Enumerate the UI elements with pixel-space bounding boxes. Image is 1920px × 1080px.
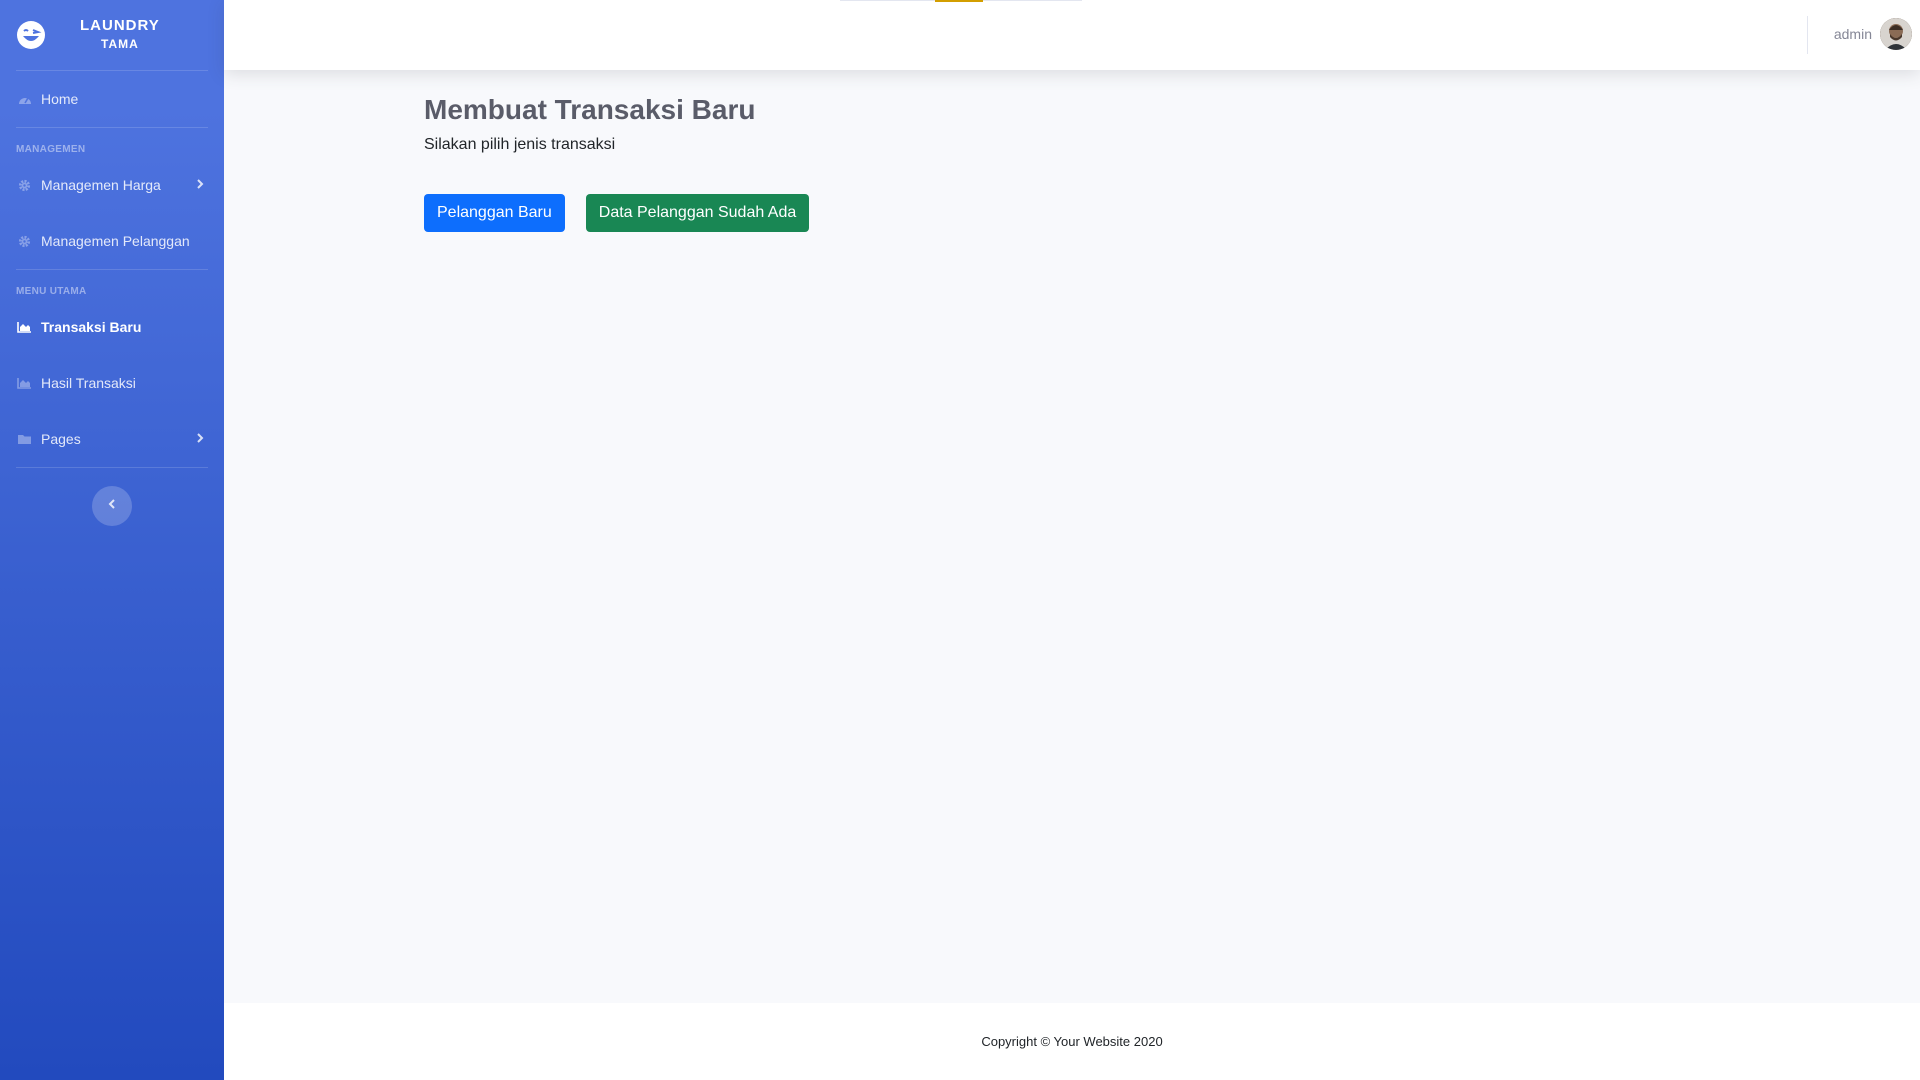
sidebar-toggle-wrapper [0, 468, 224, 526]
page-title: Membuat Transaksi Baru [424, 94, 756, 125]
brand-line1: LAUNDRY [80, 17, 160, 34]
page-subtitle: Silakan pilih jenis transaksi [424, 136, 616, 153]
footer: Copyright © Your Website 2020 [224, 1003, 1920, 1080]
laugh-wink-icon [16, 20, 46, 50]
sidebar-item-pages[interactable]: Pages [0, 411, 224, 467]
sidebar-item-label: Managemen Harga [41, 177, 161, 193]
sidebar-item-label: Managemen Pelanggan [41, 233, 190, 249]
chevron-right-icon [196, 177, 204, 193]
new-customer-button[interactable]: Pelanggan Baru [424, 194, 565, 232]
action-buttons: Pelanggan Baru Data Pelanggan Sudah Ada [424, 194, 810, 232]
cog-icon [16, 179, 33, 192]
chevron-left-icon [108, 497, 116, 515]
main-content: Membuat Transaksi Baru Silakan pilih jen… [424, 94, 810, 232]
sidebar-item-label: Hasil Transaksi [41, 375, 136, 391]
topbar-accent [935, 0, 983, 2]
chart-area-icon [16, 377, 33, 389]
chart-area-icon [16, 321, 33, 333]
sidebar: LAUNDRY TAMA Home MANAGEMEN Managemen Ha… [0, 0, 224, 1080]
sidebar-heading-managemen: MANAGEMEN [16, 144, 86, 155]
sidebar-item-label: Pages [41, 431, 81, 447]
sidebar-item-label: Home [41, 91, 79, 107]
brand-line2: TAMA [101, 37, 139, 51]
user-dropdown[interactable]: admin [1834, 18, 1912, 50]
topbar: admin [224, 0, 1920, 70]
existing-customer-button[interactable]: Data Pelanggan Sudah Ada [585, 194, 810, 232]
sidebar-toggle-button[interactable] [92, 486, 132, 526]
sidebar-heading-menu-utama: MENU UTAMA [16, 286, 87, 297]
brand-name: LAUNDRY TAMA [80, 17, 160, 53]
folder-icon [16, 433, 33, 445]
brand-link[interactable]: LAUNDRY TAMA [0, 0, 224, 70]
cog-icon [16, 235, 33, 248]
username: admin [1833, 26, 1872, 42]
sidebar-item-managemen-pelanggan[interactable]: Managemen Pelanggan [0, 213, 224, 269]
sidebar-item-managemen-harga[interactable]: Managemen Harga [0, 157, 224, 213]
chevron-right-icon [196, 431, 204, 447]
topbar-divider [1807, 16, 1808, 54]
sidebar-item-transaksi-baru[interactable]: Transaksi Baru [0, 299, 224, 355]
sidebar-item-home[interactable]: Home [0, 71, 224, 127]
tachometer-icon [16, 93, 33, 105]
avatar [1880, 18, 1912, 50]
sidebar-item-hasil-transaksi[interactable]: Hasil Transaksi [0, 355, 224, 411]
copyright-text: Copyright © Your Website 2020 [981, 1034, 1163, 1049]
sidebar-item-label: Transaksi Baru [41, 319, 142, 335]
